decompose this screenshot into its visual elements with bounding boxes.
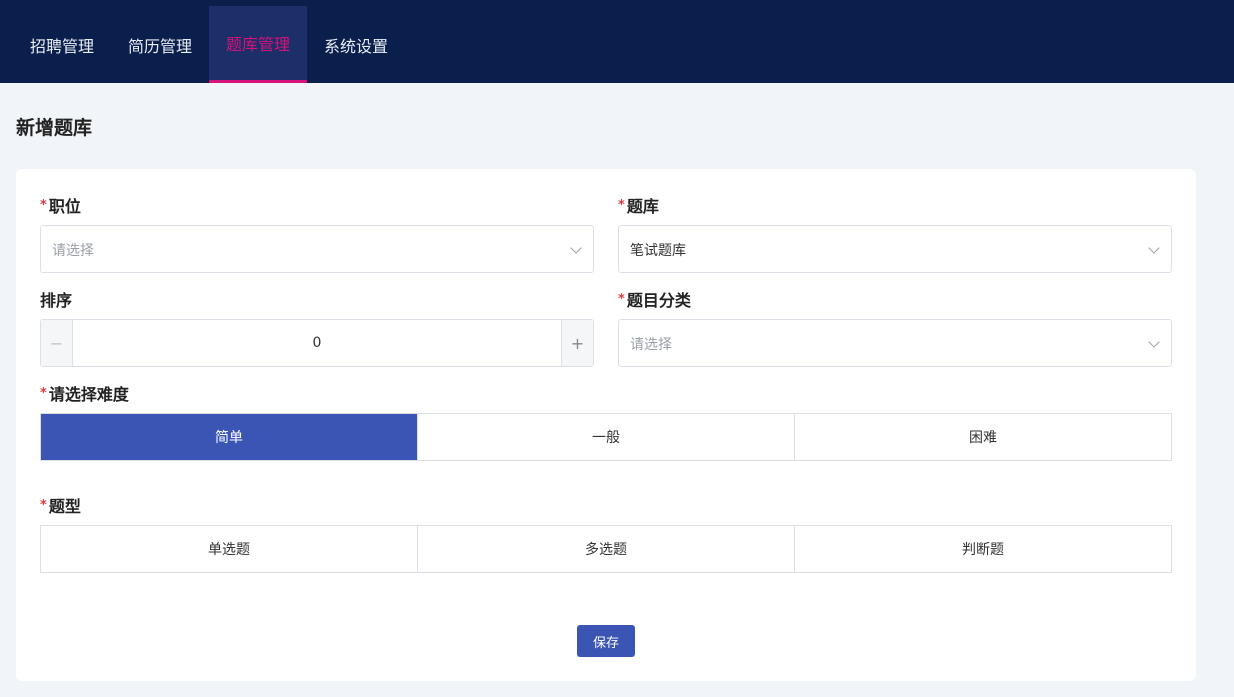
position-label-text: 职位 xyxy=(48,197,81,216)
difficulty-label: * 请选择难度 xyxy=(40,382,129,404)
nav-item-label: 招聘管理 xyxy=(29,36,94,56)
minus-icon[interactable]: − xyxy=(41,320,73,366)
nav-item-label: 系统设置 xyxy=(323,36,388,56)
difficulty-label-text: 请选择难度 xyxy=(48,385,129,404)
bank-select-value: 笔试题库 xyxy=(630,243,686,259)
position-label: * 职位 xyxy=(40,194,81,216)
sort-value[interactable]: 0 xyxy=(73,320,561,366)
position-select-placeholder: 请选择 xyxy=(52,243,94,259)
sort-label-text: 排序 xyxy=(40,291,73,310)
type-option-judge[interactable]: 判断题 xyxy=(794,526,1171,572)
nav-item-resume[interactable]: 简历管理 xyxy=(112,6,208,83)
question-type-label-text: 题型 xyxy=(48,497,81,516)
bank-select[interactable]: 笔试题库 xyxy=(618,225,1172,273)
chevron-down-icon xyxy=(1148,336,1160,348)
chevron-down-icon xyxy=(570,242,582,254)
category-select-placeholder: 请选择 xyxy=(630,337,672,353)
plus-icon[interactable]: + xyxy=(561,320,593,366)
chevron-down-icon xyxy=(1148,242,1160,254)
difficulty-option-hard[interactable]: 困难 xyxy=(794,414,1171,460)
nav-item-label: 简历管理 xyxy=(127,36,192,56)
nav-item-recruitment[interactable]: 招聘管理 xyxy=(14,6,110,83)
required-mark: * xyxy=(40,497,47,513)
difficulty-option-easy[interactable]: 简单 xyxy=(41,414,417,460)
sort-label: 排序 xyxy=(40,288,72,310)
category-select[interactable]: 请选择 xyxy=(618,319,1172,367)
save-button[interactable]: 保存 xyxy=(577,625,635,657)
top-nav: 招聘管理 简历管理 题库管理 系统设置 xyxy=(0,0,1234,83)
sort-stepper[interactable]: − 0 + xyxy=(40,319,594,367)
position-select[interactable]: 请选择 xyxy=(40,225,594,273)
question-type-label: * 题型 xyxy=(40,494,81,516)
type-option-multiple[interactable]: 多选题 xyxy=(417,526,794,572)
question-type-selector: 单选题 多选题 判断题 xyxy=(40,525,1172,573)
required-mark: * xyxy=(618,291,625,307)
bank-label: * 题库 xyxy=(618,194,659,216)
bank-label-text: 题库 xyxy=(626,197,659,216)
nav-item-settings[interactable]: 系统设置 xyxy=(308,6,404,83)
page-title: 新增题库 xyxy=(16,117,93,139)
form-card: * 职位 请选择 * 题库 笔试题库 排序 − 0 + * 题目分类 请选择 * 请选择… xyxy=(16,169,1196,681)
category-label-text: 题目分类 xyxy=(626,291,691,310)
type-option-single[interactable]: 单选题 xyxy=(41,526,417,572)
category-label: * 题目分类 xyxy=(618,288,691,310)
difficulty-option-normal[interactable]: 一般 xyxy=(417,414,794,460)
required-mark: * xyxy=(618,197,625,213)
difficulty-selector: 简单 一般 困难 xyxy=(40,413,1172,461)
required-mark: * xyxy=(40,385,47,401)
nav-item-label: 题库管理 xyxy=(225,35,290,54)
nav-item-question-bank[interactable]: 题库管理 xyxy=(209,6,307,83)
required-mark: * xyxy=(40,197,47,213)
